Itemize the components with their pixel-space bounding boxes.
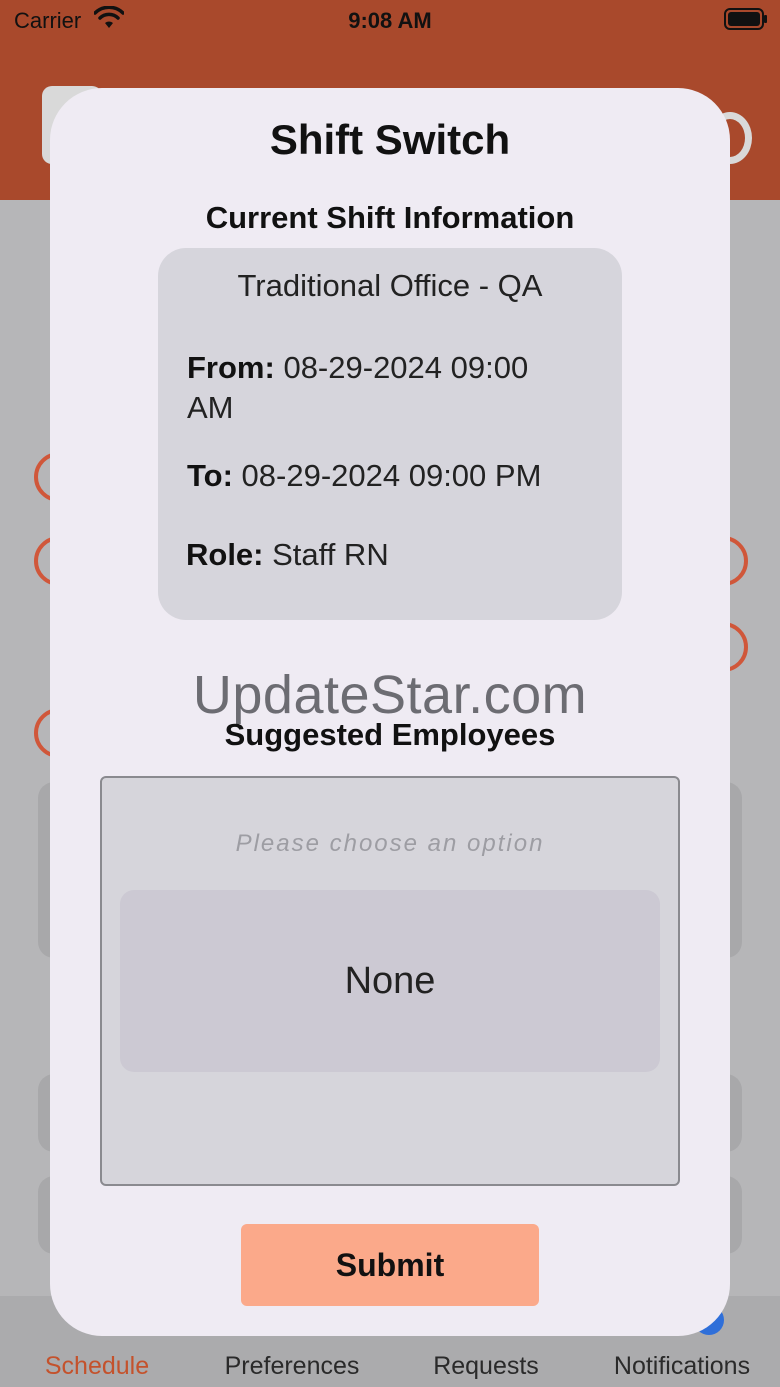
tab-notifications[interactable]: Notifications [587, 1352, 777, 1381]
submit-button[interactable]: Submit [241, 1224, 539, 1306]
from-label: From: [187, 350, 275, 385]
modal-title: Shift Switch [269, 116, 511, 163]
picker-option-none[interactable]: None [120, 890, 660, 1072]
from-line: From: 08-29-2024 09:00 [187, 348, 607, 388]
to-label: To: [187, 458, 233, 493]
suggested-employees-title: Suggested Employees [224, 717, 556, 752]
current-shift-title: Current Shift Information [205, 200, 575, 235]
role-line: Role: Staff RN [186, 535, 606, 575]
tab-preferences[interactable]: Preferences [197, 1352, 387, 1381]
shift-name: Traditional Office - QA [237, 268, 543, 303]
from-value-cont: AM [187, 390, 234, 425]
tab-requests[interactable]: Requests [391, 1352, 581, 1381]
battery-icon [724, 8, 767, 30]
role-label: Role: [186, 537, 264, 572]
tab-schedule[interactable]: Schedule [2, 1352, 192, 1381]
role-value: Staff RN [272, 537, 389, 572]
status-bar: Carrier 9:08 AM [0, 0, 780, 40]
status-time: 9:08 AM [348, 8, 432, 33]
to-line: To: 08-29-2024 09:00 PM [187, 456, 607, 496]
from-value: 08-29-2024 09:00 [283, 350, 529, 385]
picker-placeholder: Please choose an option [235, 830, 545, 857]
to-value: 08-29-2024 09:00 PM [241, 458, 542, 493]
